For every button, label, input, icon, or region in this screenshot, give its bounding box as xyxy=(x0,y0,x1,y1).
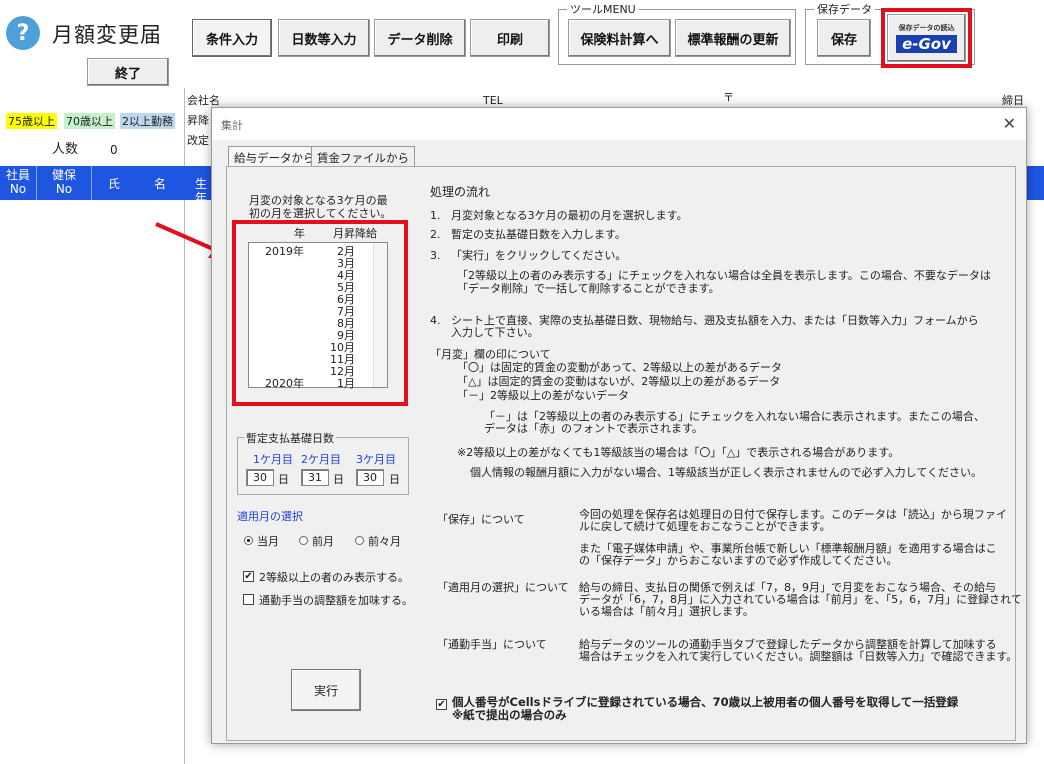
month-list-highlight xyxy=(232,220,408,406)
headcount-label: 人数 xyxy=(52,142,79,157)
radio-prev-label: 前月 xyxy=(312,535,334,548)
flow-step2: 暫定の支払基礎日数を入力します。 xyxy=(451,228,626,241)
days-unit-2: 日 xyxy=(333,473,344,486)
commute-checkbox[interactable] xyxy=(243,594,254,605)
mark-triangle: 「△」は固定的賃金の変動はないが、2等級以上の差があるデータ xyxy=(457,375,781,388)
print-button[interactable]: 印刷 xyxy=(470,19,550,57)
mark-dash: 「－」2等級以上の差がないデータ xyxy=(457,389,629,402)
apply-month-label: 適用月の選択 xyxy=(237,510,303,523)
header-last-name: 氏 xyxy=(107,177,120,191)
note-personal-info: 個人情報の報酬月額に入力がない場合、1等級該当が正しく表示されませんので必ず入力… xyxy=(470,466,983,479)
insurance-calc-button[interactable]: 保険料計算へ xyxy=(568,19,671,57)
about-apply-line3: いる場合は「前々月」選択します。 xyxy=(579,605,754,618)
closing-label: 締日 xyxy=(1002,94,1024,107)
standard-update-button[interactable]: 標準報酬の更新 xyxy=(675,19,791,57)
close-icon[interactable]: ✕ xyxy=(1003,114,1016,133)
postal-mark: 〒 xyxy=(723,91,734,104)
note-grade1: ※2等級以上の差がなくても1等級該当の場合は「〇」「△」で表示される場合がありま… xyxy=(457,446,900,459)
days-m3-label: 3ケ月目 xyxy=(356,453,396,466)
mark-heading: 「月変」欄の印について xyxy=(430,348,551,361)
mynumber-checkbox[interactable]: ✔ xyxy=(436,699,447,710)
company-label: 会社名 xyxy=(187,94,220,107)
tag-over75: 75歳以上 xyxy=(6,113,57,129)
grade2-checkbox[interactable]: ✔ xyxy=(243,571,254,582)
about-commute-line2: 場合はチェックを入れて実行していください。調整額は「日数等入力」で確認できます。 xyxy=(579,650,1018,663)
days-legend: 暫定支払基礎日数 xyxy=(244,430,336,446)
flow-step3-note-2: 「データ削除」で一括して削除することができます。 xyxy=(457,282,720,295)
flow-step2-num: 2. xyxy=(430,228,441,241)
radio-prev2-label: 前々月 xyxy=(368,535,401,548)
about-save-title: 「保存」について xyxy=(437,513,525,526)
days-input-button[interactable]: 日数等入力 xyxy=(278,19,370,57)
save-data-label: 保存データ xyxy=(814,1,875,17)
flow-step1: 月変対象となる3ケ月の最初の月を選択します。 xyxy=(451,209,688,222)
flow-step3-note-1: 「2等級以上の者のみ表示する」にチェックを入れない場合は全員を表示します。この場… xyxy=(457,269,991,282)
egov-load-button[interactable]: 保存データの読込 e-Gov xyxy=(887,14,966,62)
commute-label: 通勤手当の調整額を加味する。 xyxy=(259,594,413,607)
days-m1-label: 1ケ月目 xyxy=(253,453,293,466)
radio-current-label: 当月 xyxy=(257,535,279,548)
dash-note-2: データは「赤」のフォントで表示されます。 xyxy=(484,422,703,435)
days-m2-input[interactable]: 31 xyxy=(301,469,329,486)
days-unit-1: 日 xyxy=(278,473,289,486)
select-month-prompt-1: 月変の対象となる3ケ月の最 xyxy=(249,194,388,207)
egov-small-label: 保存データの読込 xyxy=(898,24,955,32)
grade2-label: 2等級以上の者のみ表示する。 xyxy=(259,571,409,584)
days-fieldset: 暫定支払基礎日数 xyxy=(237,430,409,495)
dialog-titlebar: 集計 ✕ xyxy=(212,108,1026,140)
conditions-button[interactable]: 条件入力 xyxy=(192,19,272,57)
summary-dialog: 集計 ✕ 給与データから 賃金ファイルから 月変の対象となる3ケ月の最 初の月を… xyxy=(211,107,1027,744)
about-apply-title: 「適用月の選択」について xyxy=(437,581,569,594)
radio-prev-month[interactable] xyxy=(299,536,308,545)
about-commute-title: 「通勤手当」について xyxy=(437,638,547,651)
mark-circle: 「〇」は固定的賃金の変動があって、2等級以上の差があるデータ xyxy=(457,361,782,374)
execute-button[interactable]: 実行 xyxy=(291,669,361,711)
days-m1-input[interactable]: 30 xyxy=(246,469,274,486)
tag-over70: 70歳以上 xyxy=(64,113,115,129)
tag-dual: 2以上勤務 xyxy=(120,113,175,129)
header-birth: 生年 xyxy=(194,177,207,205)
revision-label: 改定 xyxy=(187,134,209,147)
header-first-name: 名 xyxy=(153,177,166,191)
save-button[interactable]: 保存 xyxy=(817,19,871,57)
select-month-prompt-2: 初の月を選択してください。 xyxy=(249,207,392,220)
flow-step4-2: 入力して下さい。 xyxy=(451,326,539,339)
days-unit-3: 日 xyxy=(389,473,400,486)
days-m3-input[interactable]: 30 xyxy=(356,469,384,486)
header-emp-no: 社員 No xyxy=(5,168,30,196)
tel-label: TEL xyxy=(483,94,503,107)
tool-menu-label: ツールMENU xyxy=(567,1,639,17)
flow-step4-num: 4. xyxy=(430,314,441,327)
days-m2-label: 2ケ月目 xyxy=(301,453,341,466)
end-button[interactable]: 終了 xyxy=(87,58,169,86)
about-save-line2: ルに戻して続けて処理をおこなうことができます。 xyxy=(579,520,831,533)
help-icon[interactable]: ? xyxy=(6,16,40,50)
egov-logo: e-Gov xyxy=(896,35,957,53)
tab-wage-file[interactable]: 賃金ファイルから xyxy=(311,146,415,167)
radio-current-month[interactable] xyxy=(244,536,253,545)
header-ins-no: 健保 No xyxy=(51,168,76,196)
about-save-extra2: の「保存データ」からおこないますので必ず作成してください。 xyxy=(579,554,898,567)
delete-data-button[interactable]: データ削除 xyxy=(374,19,466,57)
mynumber-line2: ※紙で提出の場合のみ xyxy=(452,708,567,722)
dialog-title: 集計 xyxy=(221,119,243,132)
flow-step3: 「実行」をクリックしてください。 xyxy=(451,249,627,262)
raise-label: 昇降 xyxy=(187,114,209,127)
flow-step3-num: 3. xyxy=(430,249,441,262)
flow-heading: 処理の流れ xyxy=(430,185,491,199)
page-title: 月額変更届 xyxy=(52,23,162,47)
tab-salary-data[interactable]: 給与データから xyxy=(228,146,321,168)
radio-prev2-month[interactable] xyxy=(355,536,364,545)
headcount-value: 0 xyxy=(110,143,118,157)
flow-step1-num: 1. xyxy=(430,209,441,222)
